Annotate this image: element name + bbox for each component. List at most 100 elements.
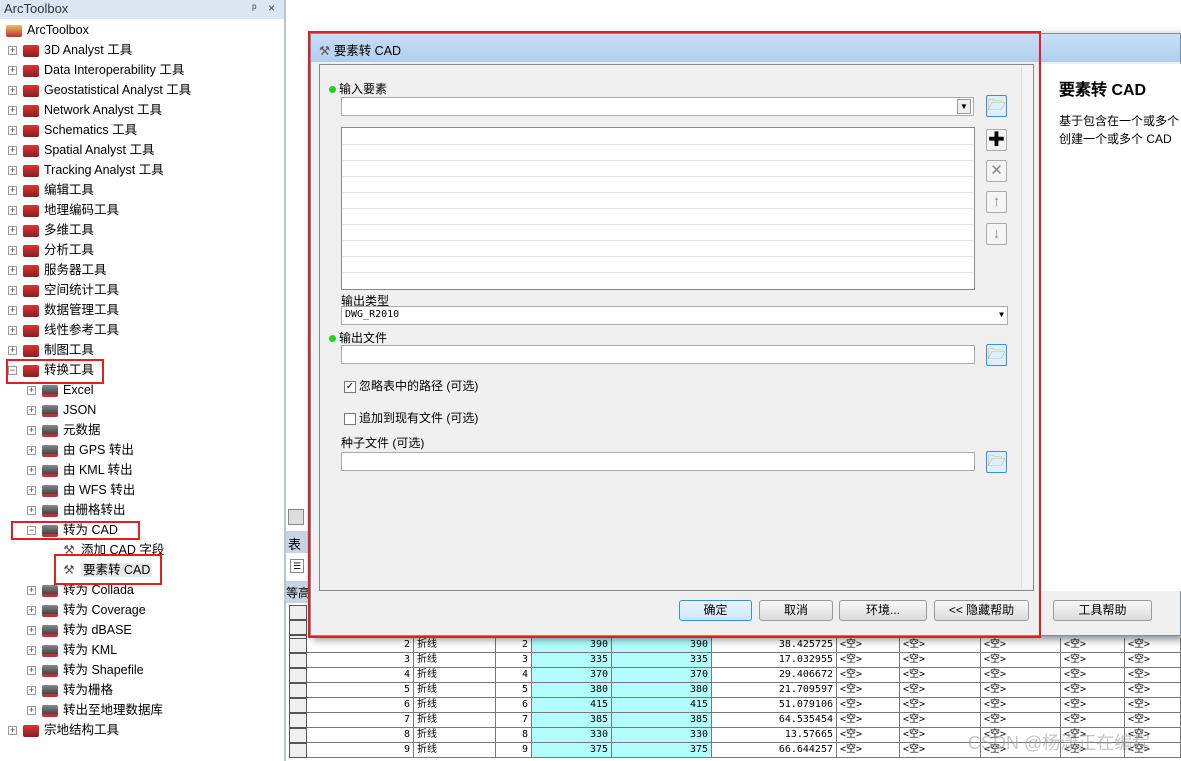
table-cell[interactable]: <空> bbox=[900, 683, 981, 698]
table-cell[interactable]: <空> bbox=[1125, 713, 1181, 728]
table-cell[interactable]: <空> bbox=[837, 713, 900, 728]
tree-item[interactable]: +3D Analyst 工具 bbox=[8, 40, 132, 60]
table-cell[interactable]: 8 bbox=[496, 728, 532, 743]
tree-item[interactable]: + 线性参考工具 bbox=[8, 320, 119, 340]
table-cell[interactable]: <空> bbox=[900, 668, 981, 683]
tree-item[interactable]: + 制图工具 bbox=[8, 340, 94, 360]
expand-icon[interactable]: + bbox=[8, 306, 17, 316]
expand-icon[interactable]: + bbox=[8, 266, 17, 276]
table-cell[interactable]: 390 bbox=[532, 638, 612, 653]
pin-icon[interactable]: ᵖ bbox=[252, 1, 257, 15]
table-cell[interactable]: 折线 bbox=[414, 638, 496, 653]
expand-icon[interactable]: + bbox=[27, 586, 36, 596]
table-cell[interactable]: <空> bbox=[837, 638, 900, 653]
expand-icon[interactable]: + bbox=[27, 686, 36, 696]
expand-icon[interactable]: + bbox=[8, 246, 17, 256]
expand-icon[interactable]: + bbox=[8, 86, 17, 96]
table-cell[interactable]: <空> bbox=[1061, 713, 1125, 728]
table-cell[interactable]: 335 bbox=[612, 653, 712, 668]
tree-item[interactable]: + 转为 dBASE bbox=[27, 620, 132, 640]
expand-icon[interactable]: + bbox=[27, 646, 36, 656]
expand-icon[interactable]: + bbox=[8, 326, 17, 336]
tree-item[interactable]: + 编辑工具 bbox=[8, 180, 94, 200]
table-cell[interactable]: 7 bbox=[307, 713, 414, 728]
table-cell[interactable]: 375 bbox=[612, 743, 712, 758]
table-cell[interactable]: <空> bbox=[1061, 698, 1125, 713]
table-cell[interactable]: 折线 bbox=[414, 683, 496, 698]
tree-item[interactable]: + Schematics 工具 bbox=[8, 120, 137, 140]
tree-item[interactable]: + JSON bbox=[27, 400, 96, 420]
table-cell[interactable]: <空> bbox=[837, 653, 900, 668]
table-cell[interactable]: <空> bbox=[837, 743, 900, 758]
table-cell[interactable]: 51.079106 bbox=[712, 698, 837, 713]
table-cell[interactable]: 385 bbox=[612, 713, 712, 728]
table-cell[interactable]: 7 bbox=[496, 713, 532, 728]
tool-help-button[interactable]: 工具帮助 bbox=[1053, 600, 1152, 621]
table-cell[interactable]: 380 bbox=[612, 683, 712, 698]
table-cell[interactable]: 64.535454 bbox=[712, 713, 837, 728]
row-header[interactable] bbox=[289, 713, 307, 728]
table-cell[interactable]: <空> bbox=[981, 683, 1061, 698]
row-header[interactable] bbox=[289, 683, 307, 698]
table-row[interactable]: 2 折线 2 390 390 38.425725 <空> <空> <空> <空> <空> bbox=[288, 638, 1181, 653]
table-cell[interactable]: 折线 bbox=[414, 728, 496, 743]
expand-icon[interactable]: + bbox=[27, 386, 36, 396]
table-cell[interactable]: 415 bbox=[612, 698, 712, 713]
expand-icon[interactable]: + bbox=[8, 186, 17, 196]
expand-icon[interactable]: + bbox=[8, 126, 17, 136]
table-cell[interactable]: <空> bbox=[1125, 698, 1181, 713]
table-cell[interactable]: 335 bbox=[532, 653, 612, 668]
tree-item[interactable]: + 由栅格转出 bbox=[27, 500, 126, 520]
expand-icon[interactable]: + bbox=[27, 446, 36, 456]
expand-icon[interactable]: + bbox=[8, 106, 17, 116]
layer-tab[interactable]: 等高 bbox=[286, 581, 308, 603]
expand-icon[interactable]: + bbox=[27, 406, 36, 416]
table-cell[interactable]: <空> bbox=[1061, 638, 1125, 653]
expand-icon[interactable]: + bbox=[8, 46, 17, 56]
expand-icon[interactable]: + bbox=[27, 506, 36, 516]
table-cell[interactable]: 折线 bbox=[414, 668, 496, 683]
tree-item[interactable]: + Tracking Analyst 工具 bbox=[8, 160, 164, 180]
table-cell[interactable]: 330 bbox=[612, 728, 712, 743]
expand-icon[interactable]: + bbox=[27, 606, 36, 616]
table-options-icon[interactable]: ☰ bbox=[290, 559, 304, 573]
tree-root[interactable]: ArcToolbox bbox=[6, 20, 89, 40]
table-cell[interactable]: 折线 bbox=[414, 743, 496, 758]
table-cell[interactable]: <空> bbox=[900, 713, 981, 728]
tree-item[interactable]: + 分析工具 bbox=[8, 240, 94, 260]
expand-icon[interactable]: + bbox=[27, 666, 36, 676]
table-cell[interactable]: <空> bbox=[981, 653, 1061, 668]
table-cell[interactable]: 21.709597 bbox=[712, 683, 837, 698]
expand-icon[interactable]: + bbox=[8, 726, 17, 736]
table-cell[interactable]: 9 bbox=[496, 743, 532, 758]
table-cell[interactable]: 385 bbox=[532, 713, 612, 728]
row-header[interactable] bbox=[289, 653, 307, 668]
row-header[interactable] bbox=[289, 668, 307, 683]
table-cell[interactable]: 折线 bbox=[414, 713, 496, 728]
map-view-icon[interactable] bbox=[288, 509, 304, 525]
table-cell[interactable]: <空> bbox=[1125, 638, 1181, 653]
expand-icon[interactable]: + bbox=[8, 146, 17, 156]
table-row[interactable]: 5 折线 5 380 380 21.709597 <空> <空> <空> <空> <空> bbox=[288, 683, 1181, 698]
table-cell[interactable]: 390 bbox=[612, 638, 712, 653]
tree-item[interactable]: + Spatial Analyst 工具 bbox=[8, 140, 154, 160]
table-cell[interactable]: 6 bbox=[496, 698, 532, 713]
table-cell[interactable]: <空> bbox=[1125, 653, 1181, 668]
table-cell[interactable]: 折线 bbox=[414, 698, 496, 713]
tree-item[interactable]: + 宗地结构工具 bbox=[8, 720, 119, 740]
table-cell[interactable]: 38.425725 bbox=[712, 638, 837, 653]
tree-item[interactable]: + Geostatistical Analyst 工具 bbox=[8, 80, 191, 100]
table-cell[interactable]: <空> bbox=[837, 728, 900, 743]
table-cell[interactable]: <空> bbox=[981, 698, 1061, 713]
table-cell[interactable]: 8 bbox=[307, 728, 414, 743]
table-cell[interactable]: <空> bbox=[837, 698, 900, 713]
tree-item[interactable]: + 由 WFS 转出 bbox=[27, 480, 135, 500]
table-cell[interactable]: 3 bbox=[496, 653, 532, 668]
tree-item[interactable]: + Network Analyst 工具 bbox=[8, 100, 162, 120]
table-cell[interactable]: 2 bbox=[307, 638, 414, 653]
table-row[interactable]: 6 折线 6 415 415 51.079106 <空> <空> <空> <空> <空> bbox=[288, 698, 1181, 713]
tree-item[interactable]: + 转出至地理数据库 bbox=[27, 700, 163, 720]
row-header[interactable] bbox=[289, 743, 307, 758]
expand-icon[interactable]: + bbox=[27, 706, 36, 716]
table-cell[interactable]: <空> bbox=[900, 698, 981, 713]
